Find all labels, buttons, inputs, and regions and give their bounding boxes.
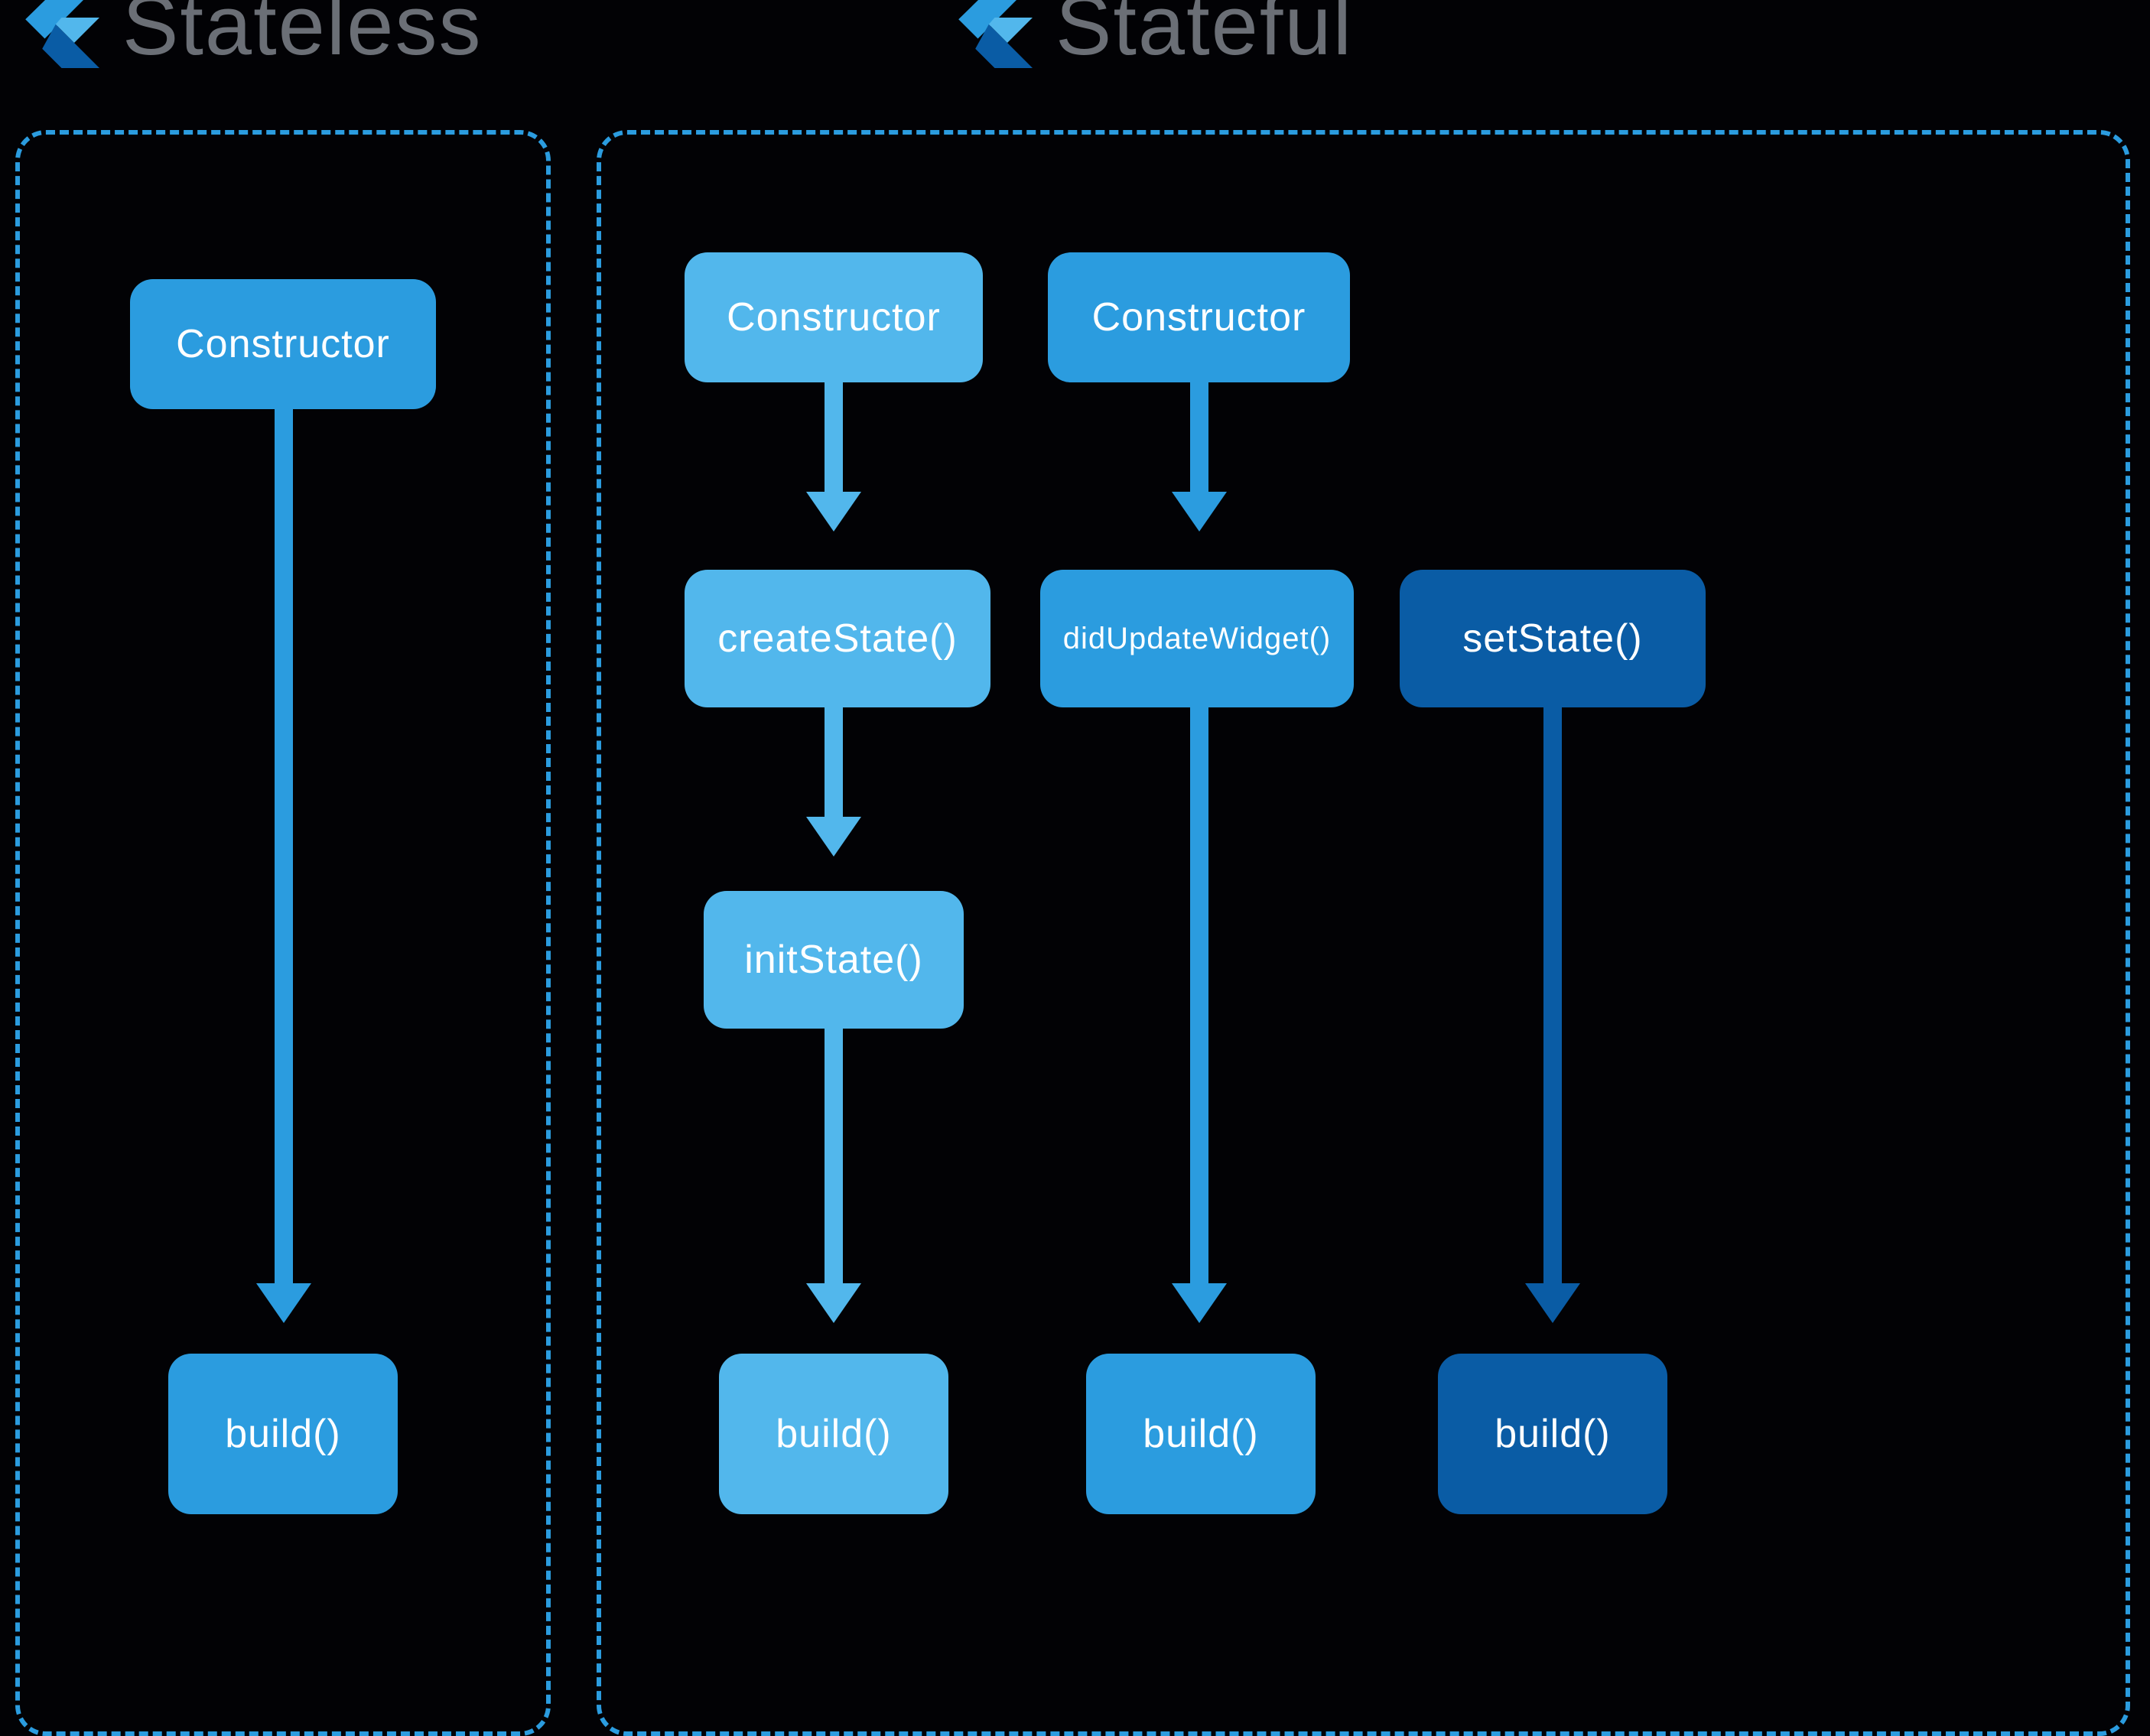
arrow-sf-createstate-initstate [806, 707, 861, 857]
node-sf-setstate: setState() [1400, 570, 1706, 707]
node-sl-constructor: Constructor [130, 279, 436, 409]
arrow-sf-constructor1-createstate [806, 382, 861, 532]
flutter-logo-icon [948, 0, 1033, 68]
title-stateless: Stateless [122, 0, 482, 74]
node-sf-constructor-1: Constructor [685, 252, 983, 382]
node-sf-initstate: initState() [704, 891, 964, 1029]
header-stateless: Stateless [15, 0, 482, 74]
node-sf-build-1: build() [719, 1354, 948, 1514]
flutter-logo-icon [15, 0, 99, 68]
arrow-sf-didupdate-build2 [1172, 707, 1227, 1323]
node-sl-build: build() [168, 1354, 398, 1514]
header-stateful: Stateful [948, 0, 1353, 74]
node-sf-createstate: createState() [685, 570, 990, 707]
arrow-sl-constructor-build [256, 409, 311, 1323]
diagram-stage: Stateless Stateful Constructor build() C… [0, 0, 2150, 1723]
arrow-sf-setstate-build3 [1525, 707, 1580, 1323]
node-sf-build-3: build() [1438, 1354, 1667, 1514]
arrow-sf-initstate-build1 [806, 1029, 861, 1323]
node-sf-constructor-2: Constructor [1048, 252, 1350, 382]
arrow-sf-constructor2-didupdate [1172, 382, 1227, 532]
node-sf-build-2: build() [1086, 1354, 1316, 1514]
title-stateful: Stateful [1055, 0, 1353, 74]
node-sf-didupdate: didUpdateWidget() [1040, 570, 1354, 707]
